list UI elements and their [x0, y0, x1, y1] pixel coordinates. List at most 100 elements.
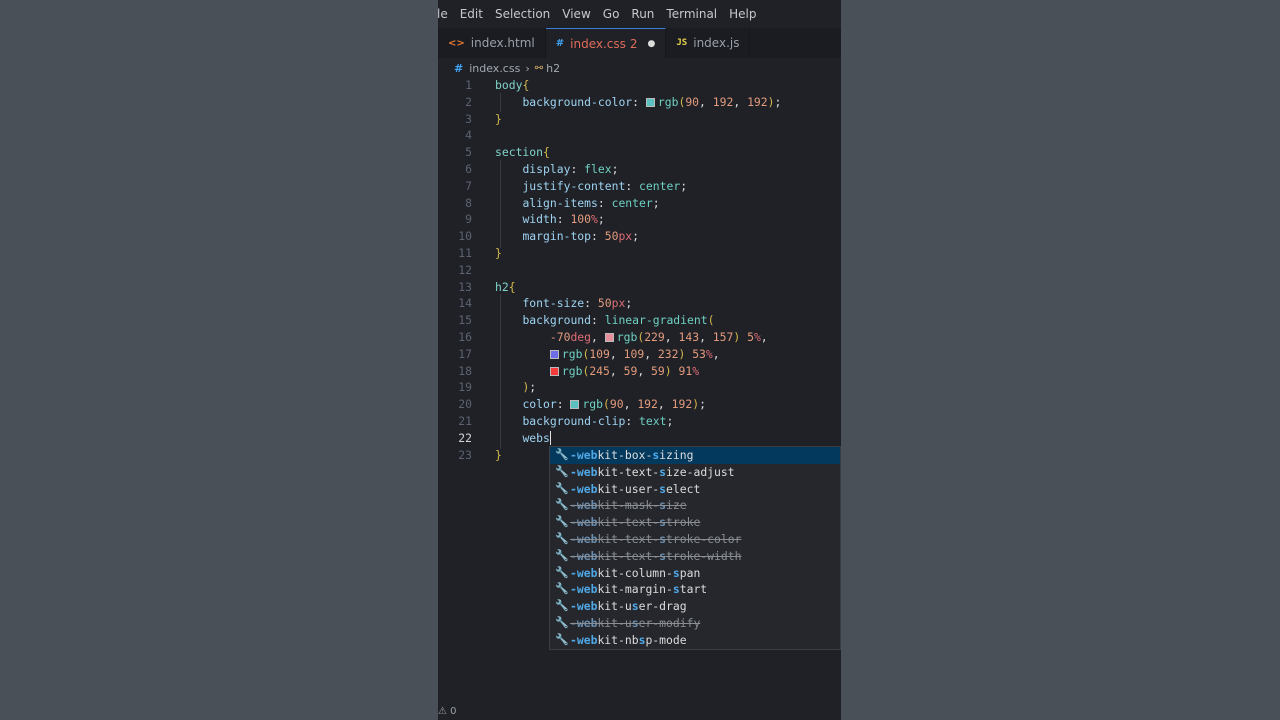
code-line[interactable]: 8 align-items: center;: [438, 195, 841, 212]
line-number: 14: [458, 296, 472, 311]
suggestion-item[interactable]: 🔧 -webkit-user-drag: [550, 598, 840, 615]
breadcrumb-file[interactable]: index.css: [469, 62, 520, 75]
js-file-icon: JS: [676, 38, 688, 48]
suggestion-item[interactable]: 🔧 -webkit-text-stroke-color: [550, 531, 840, 548]
wrench-icon: 🔧: [555, 599, 569, 613]
code-line[interactable]: 20 color: rgb(90, 192, 192);: [438, 396, 841, 413]
line-text: }: [495, 447, 502, 462]
code-line[interactable]: 12: [438, 262, 841, 279]
line-number: 10: [458, 229, 472, 244]
menu-bar: le Edit Selection View Go Run Terminal Help: [438, 0, 841, 28]
line-number: 19: [458, 380, 472, 395]
code-line[interactable]: 21 background-clip: text;: [438, 413, 841, 430]
menu-le[interactable]: le: [438, 7, 454, 21]
suggestion-label: -webkit-nbsp-mode: [570, 632, 687, 647]
code-line[interactable]: 13 h2{: [438, 279, 841, 296]
line-number: 13: [458, 279, 472, 294]
tab-label: index.html: [470, 36, 535, 50]
line-number: 18: [458, 363, 472, 378]
problems-count[interactable]: ⚠ 0: [438, 706, 457, 717]
code-line[interactable]: 18 rgb(245, 59, 59) 91%: [438, 363, 841, 380]
line-number: 23: [458, 447, 472, 462]
line-number: 2: [465, 94, 472, 109]
code-line[interactable]: 10 margin-top: 50px;: [438, 228, 841, 245]
tab-index-css[interactable]: # index.css 2 ●: [545, 28, 667, 58]
line-text: font-size: 50px;: [522, 296, 633, 311]
suggestion-label: -webkit-text-stroke-width: [570, 548, 742, 563]
suggestion-label: -webkit-box-sizing: [570, 448, 694, 462]
code-line[interactable]: 2 background-color: rgb(90, 192, 192);: [438, 94, 841, 111]
code-line[interactable]: 4: [438, 127, 841, 144]
suggestion-item[interactable]: 🔧 -webkit-box-sizing: [550, 447, 840, 464]
tab-label: index.css: [570, 36, 626, 51]
menu-edit[interactable]: Edit: [454, 7, 489, 21]
suggestion-item[interactable]: 🔧 -webkit-text-stroke-width: [550, 548, 840, 565]
status-bar: ⚠ 0: [438, 702, 841, 720]
menu-selection[interactable]: Selection: [489, 7, 556, 21]
suggestion-item[interactable]: 🔧 -webkit-text-stroke: [550, 514, 840, 531]
tab-index-html[interactable]: <> index.html: [438, 28, 546, 58]
breadcrumb-symbol[interactable]: h2: [546, 62, 560, 75]
wrench-icon: 🔧: [555, 565, 569, 579]
suggestion-item[interactable]: 🔧 -webkit-column-span: [550, 565, 840, 582]
line-number: 4: [465, 128, 472, 143]
html-file-icon: <>: [448, 37, 465, 49]
code-line[interactable]: 6 display: flex;: [438, 161, 841, 178]
background-left: [0, 0, 438, 720]
line-text: align-items: center;: [522, 195, 660, 210]
css-file-icon: #: [555, 38, 565, 49]
code-line[interactable]: 9 width: 100%;: [438, 211, 841, 228]
suggestion-item[interactable]: 🔧 -webkit-user-select: [550, 481, 840, 498]
code-line[interactable]: 1 body{: [438, 77, 841, 94]
suggestion-item[interactable]: 🔧 -webkit-margin-start: [550, 581, 840, 598]
line-number: 5: [465, 145, 472, 160]
css-file-icon: #: [454, 61, 464, 75]
wrench-icon: 🔧: [555, 515, 569, 529]
tab-index-js[interactable]: JS index.js: [666, 28, 751, 58]
line-text: }: [495, 245, 502, 260]
chevron-right-icon: ›: [525, 61, 530, 75]
problem-count-badge: 2: [629, 36, 638, 51]
suggestion-item[interactable]: 🔧 -webkit-mask-size: [550, 497, 840, 514]
menu-go[interactable]: Go: [597, 7, 626, 21]
code-area[interactable]: 1 body{2 background-color: rgb(90, 192, 1…: [438, 77, 841, 463]
wrench-icon: 🔧: [555, 632, 569, 646]
menu-help[interactable]: Help: [723, 7, 762, 21]
line-number: 21: [458, 413, 472, 428]
line-number: 7: [465, 178, 472, 193]
code-line[interactable]: 5 section{: [438, 144, 841, 161]
suggestion-label: -webkit-text-size-adjust: [570, 464, 735, 479]
suggestion-item[interactable]: 🔧 -webkit-user-modify: [550, 615, 840, 632]
line-text: color: rgb(90, 192, 192);: [522, 397, 706, 412]
suggestion-item[interactable]: 🔧 -webkit-text-size-adjust: [550, 464, 840, 481]
suggestion-label: -webkit-column-span: [570, 565, 701, 580]
menu-run[interactable]: Run: [625, 7, 660, 21]
line-text: background: linear-gradient(: [522, 313, 715, 328]
line-number: 3: [465, 111, 472, 126]
code-line[interactable]: 14 font-size: 50px;: [438, 295, 841, 312]
code-line[interactable]: 17 rgb(109, 109, 232) 53%,: [438, 346, 841, 363]
code-line[interactable]: 19 );: [438, 379, 841, 396]
suggestion-item[interactable]: 🔧 -webkit-nbsp-mode: [550, 632, 840, 649]
code-line[interactable]: 11}: [438, 245, 841, 262]
line-text: }: [495, 111, 502, 126]
code-line[interactable]: 3}: [438, 111, 841, 128]
autocomplete-suggestions: 🔧 -webkit-box-sizing 🔧 -webkit-text-size-ad…: [549, 446, 841, 650]
line-number: 15: [458, 313, 472, 328]
wrench-icon: 🔧: [555, 481, 569, 495]
breadcrumb: # index.css › ⚯ h2: [438, 58, 841, 78]
wrench-icon: 🔧: [555, 615, 569, 629]
code-line[interactable]: 15 background: linear-gradient(: [438, 312, 841, 329]
code-line[interactable]: 7 justify-content: center;: [438, 178, 841, 195]
line-number: 20: [458, 397, 472, 412]
wrench-icon: 🔧: [555, 531, 569, 545]
line-text: display: flex;: [522, 161, 619, 176]
line-number: 12: [458, 262, 472, 277]
line-number: 9: [465, 212, 472, 227]
line-text: h2{: [495, 279, 516, 294]
code-line[interactable]: 22 webs: [438, 430, 841, 447]
code-line[interactable]: 16 -70deg, rgb(229, 143, 157) 5%,: [438, 329, 841, 346]
unsaved-dot-icon[interactable]: ●: [648, 39, 656, 49]
menu-view[interactable]: View: [556, 7, 596, 21]
menu-terminal[interactable]: Terminal: [660, 7, 723, 21]
